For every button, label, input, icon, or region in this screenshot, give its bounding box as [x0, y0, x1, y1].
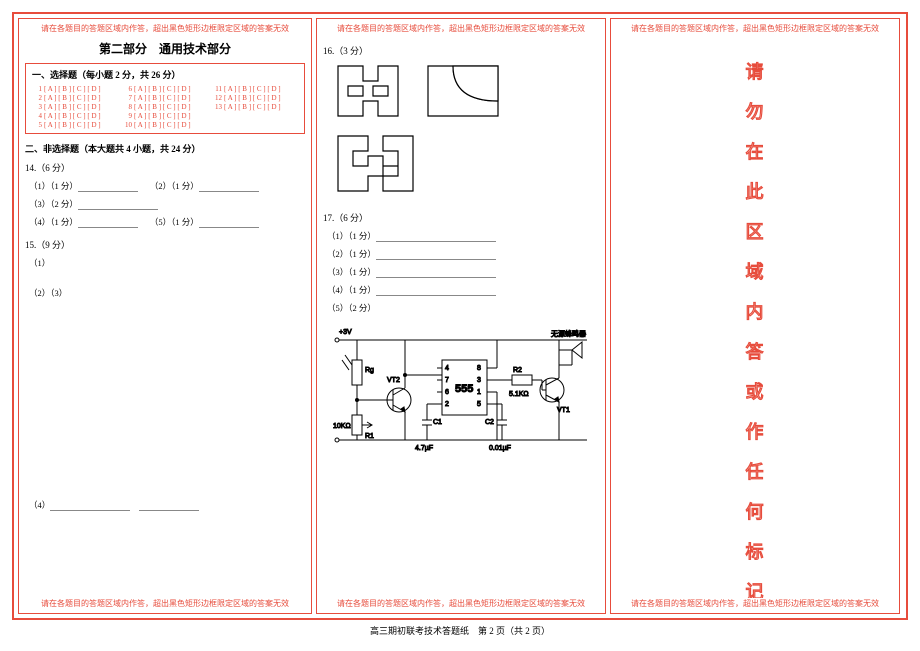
boundary-warning-top: 请在各题目的答题区域内作答，超出黑色矩形边框限定区域的答案无效 [617, 23, 893, 34]
svg-text:无源蜂鸣器: 无源蜂鸣器 [551, 329, 586, 338]
boundary-warning-bottom: 请在各题目的答题区域内作答，超出黑色矩形边框限定区域的答案无效 [25, 598, 305, 609]
page-footer: 高三期初联考技术答题纸 第 2 页（共 2 页） [12, 624, 908, 637]
mc-item[interactable]: 7[ A ] [ B ] [ C ] [ D ] [122, 94, 208, 102]
q14-2[interactable]: （3）（2 分） [29, 198, 305, 210]
mc-item[interactable]: 2[ A ] [ B ] [ C ] [ D ] [32, 94, 118, 102]
mc-item[interactable]: 10[ A ] [ B ] [ C ] [ D ] [122, 121, 208, 129]
svg-text:555: 555 [455, 383, 473, 395]
free-response-heading: 二、非选择题（本大题共 4 小题，共 24 分） [25, 142, 305, 155]
q17-2[interactable]: （2）（1 分） [327, 248, 599, 260]
panel-left-body: 第二部分 通用技术部分 一、选择题（每小题 2 分，共 26 分） 1[ A ]… [25, 38, 305, 598]
q16-figure-row [333, 61, 599, 121]
mc-item[interactable]: 11[ A ] [ B ] [ C ] [ D ] [212, 85, 298, 93]
panel-right-body: 请 勿 在 此 区 域 内 答 或 作 任 何 标 记 [617, 38, 893, 598]
panel-middle: 请在各题目的答题区域内作答，超出黑色矩形边框限定区域的答案无效 16.（3 分） [316, 18, 606, 614]
svg-text:5.1KΩ: 5.1KΩ [509, 391, 529, 398]
svg-text:C1: C1 [433, 419, 442, 426]
svg-text:Rg: Rg [365, 367, 374, 374]
svg-text:8: 8 [477, 365, 481, 372]
svg-text:6: 6 [445, 389, 449, 396]
q15: 15.（9 分） [25, 238, 305, 251]
section-title: 第二部分 通用技术部分 [25, 40, 305, 57]
mc-grid: 1[ A ] [ B ] [ C ] [ D ] 6[ A ] [ B ] [ … [32, 85, 298, 129]
svg-text:7: 7 [445, 377, 449, 384]
svg-text:R2: R2 [513, 367, 522, 374]
mc-item[interactable]: 8[ A ] [ B ] [ C ] [ D ] [122, 103, 208, 111]
boundary-warning-top: 请在各题目的答题区域内作答，超出黑色矩形边框限定区域的答案无效 [25, 23, 305, 34]
q17-4[interactable]: （4）（1 分） [327, 284, 599, 296]
panel-right: 请在各题目的答题区域内作答，超出黑色矩形边框限定区域的答案无效 请 勿 在 此 … [610, 18, 900, 614]
ortho-view-3 [333, 131, 423, 201]
svg-text:4: 4 [445, 365, 449, 372]
q14-1[interactable]: （1）（1 分） （2）（1 分） [29, 180, 305, 192]
mc-item[interactable]: 6[ A ] [ B ] [ C ] [ D ] [122, 85, 208, 93]
svg-text:1: 1 [477, 389, 481, 396]
svg-text:2: 2 [445, 401, 449, 408]
svg-text:4.7µF: 4.7µF [415, 445, 433, 452]
mc-item[interactable]: 3[ A ] [ B ] [ C ] [ D ] [32, 103, 118, 111]
q17-3[interactable]: （3）（1 分） [327, 266, 599, 278]
svg-text:0.01µF: 0.01µF [489, 445, 511, 452]
svg-text:5: 5 [477, 401, 481, 408]
q15-2[interactable]: （2）（3） [29, 287, 305, 299]
q16-figure-row2 [333, 131, 599, 201]
circuit-diagram: +3V Rg [327, 320, 599, 462]
svg-text:3: 3 [477, 377, 481, 384]
boundary-warning-bottom: 请在各题目的答题区域内作答，超出黑色矩形边框限定区域的答案无效 [617, 598, 893, 609]
boundary-warning-top: 请在各题目的答题区域内作答，超出黑色矩形边框限定区域的答案无效 [323, 23, 599, 34]
svg-text:C2: C2 [485, 419, 494, 426]
ortho-view-1 [333, 61, 403, 121]
mc-heading: 一、选择题（每小题 2 分，共 26 分） [32, 68, 298, 81]
svg-text:10KΩ: 10KΩ [333, 423, 351, 430]
q14-3[interactable]: （4）（1 分） （5）（1 分） [29, 216, 305, 228]
q14: 14.（6 分） [25, 161, 305, 174]
do-not-write-warning: 请 勿 在 此 区 域 内 答 或 作 任 何 标 记 [617, 38, 893, 598]
q15-1[interactable]: （1） [29, 257, 305, 269]
mc-item[interactable]: 1[ A ] [ B ] [ C ] [ D ] [32, 85, 118, 93]
svg-text:R1: R1 [365, 433, 374, 440]
svg-text:VT2: VT2 [387, 377, 400, 384]
mc-item[interactable]: 12[ A ] [ B ] [ C ] [ D ] [212, 94, 298, 102]
q17-5-label: （5）（2 分） [327, 302, 599, 314]
svg-text:+3V: +3V [339, 329, 352, 336]
answer-sheet: 请在各题目的答题区域内作答，超出黑色矩形边框限定区域的答案无效 第二部分 通用技… [12, 12, 908, 620]
mc-item[interactable]: 13[ A ] [ B ] [ C ] [ D ] [212, 103, 298, 111]
panel-left: 请在各题目的答题区域内作答，超出黑色矩形边框限定区域的答案无效 第二部分 通用技… [18, 18, 312, 614]
q16: 16.（3 分） [323, 44, 599, 57]
mc-item[interactable]: 9[ A ] [ B ] [ C ] [ D ] [122, 112, 208, 120]
boundary-warning-bottom: 请在各题目的答题区域内作答，超出黑色矩形边框限定区域的答案无效 [323, 598, 599, 609]
mc-item[interactable]: 4[ A ] [ B ] [ C ] [ D ] [32, 112, 118, 120]
q15-4[interactable]: （4） [29, 499, 305, 511]
q17-1[interactable]: （1）（1 分） [327, 230, 599, 242]
mc-item[interactable]: 5[ A ] [ B ] [ C ] [ D ] [32, 121, 118, 129]
ortho-view-2 [423, 61, 503, 121]
multiple-choice-box: 一、选择题（每小题 2 分，共 26 分） 1[ A ] [ B ] [ C ]… [25, 63, 305, 134]
panel-middle-body: 16.（3 分） 17.（6 分） （1）（1 分） （2）（1 [323, 38, 599, 598]
q17: 17.（6 分） [323, 211, 599, 224]
